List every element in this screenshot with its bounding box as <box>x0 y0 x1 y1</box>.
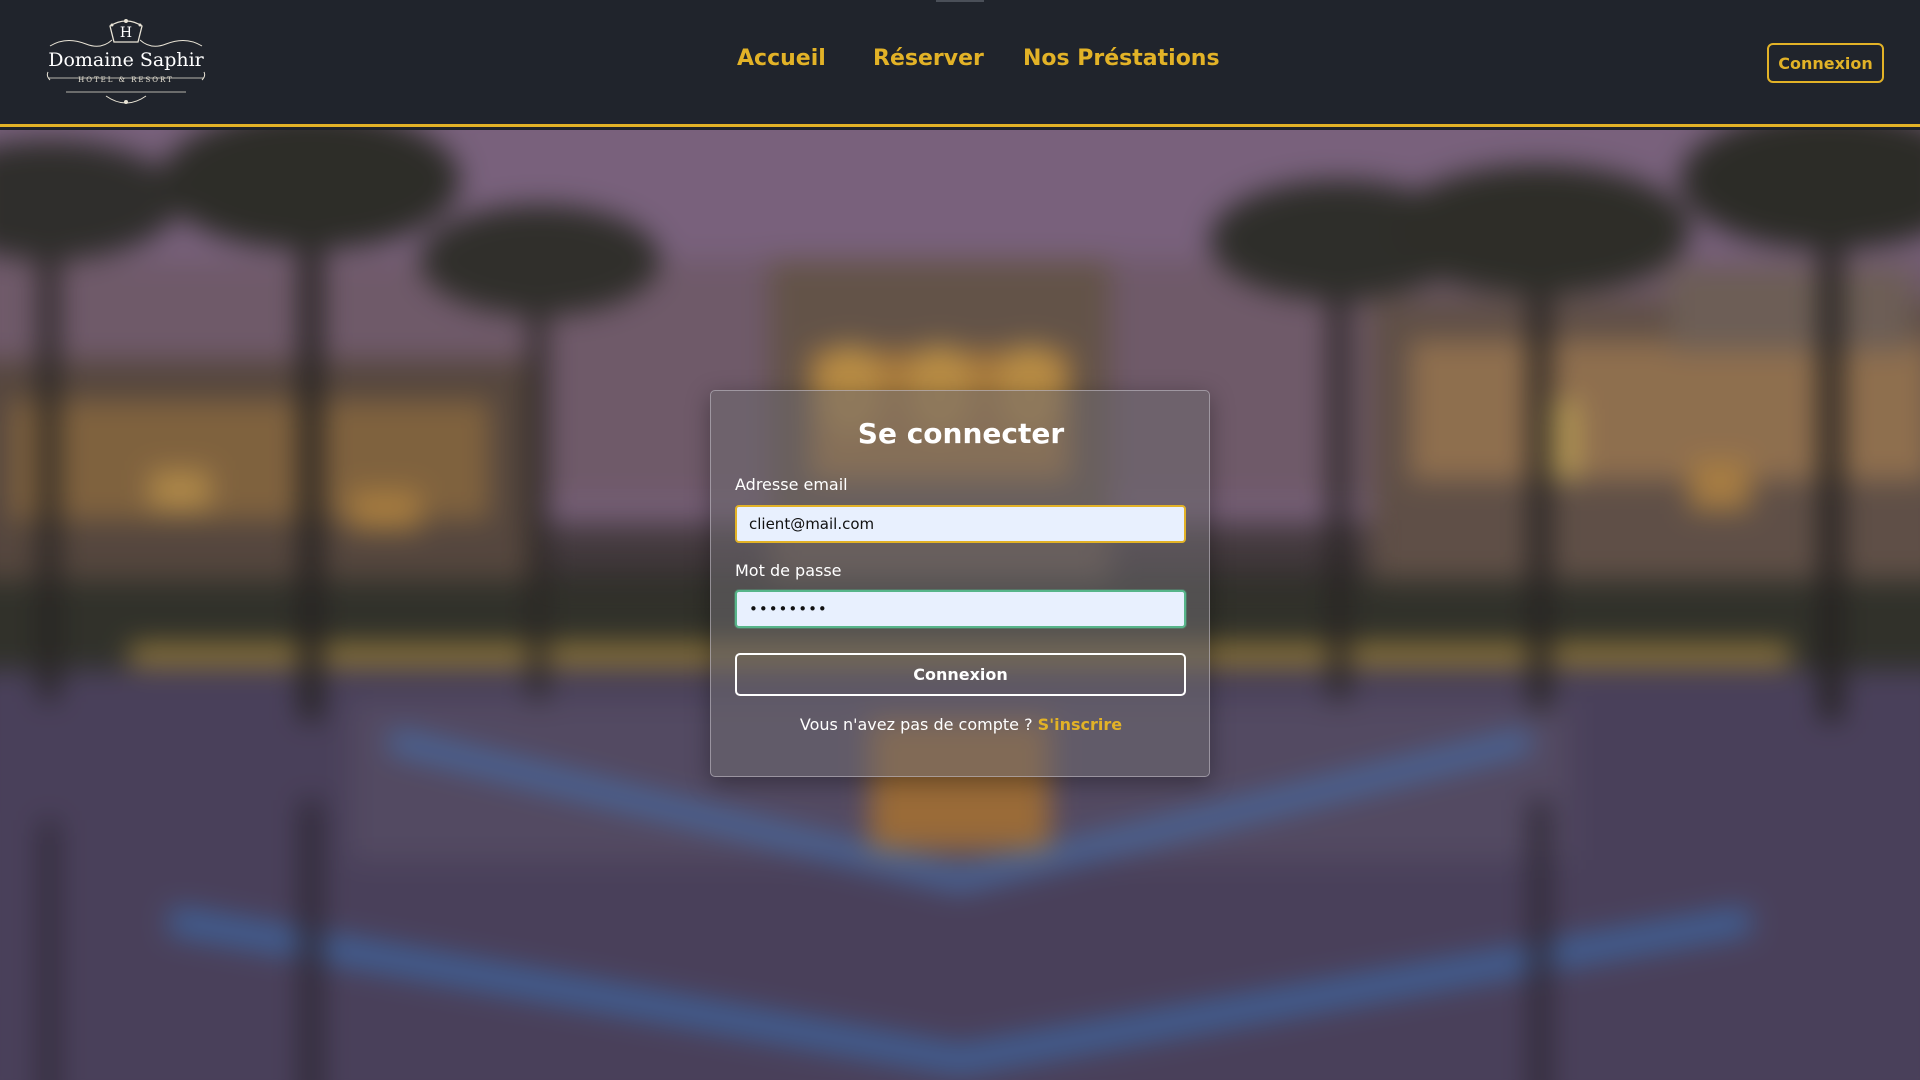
signup-link[interactable]: S'inscrire <box>1038 715 1122 734</box>
nav-link-reserver[interactable]: Réserver <box>873 46 984 71</box>
password-field[interactable] <box>735 590 1186 628</box>
logo-monogram: H <box>119 25 133 41</box>
email-label: Adresse email <box>735 475 848 494</box>
signup-row: Vous n'avez pas de compte ? S'inscrire <box>711 715 1211 734</box>
main-nav: Accueil Réserver Nos Préstations <box>0 46 1920 82</box>
password-label: Mot de passe <box>735 561 842 580</box>
scroll-indicator <box>936 0 984 2</box>
login-title: Se connecter <box>857 417 1065 450</box>
nav-link-accueil[interactable]: Accueil <box>737 46 826 71</box>
login-submit-button[interactable]: Connexion <box>735 653 1186 696</box>
header-login-button[interactable]: Connexion <box>1767 43 1884 83</box>
login-card: Se connecter Adresse email Mot de passe … <box>710 390 1210 777</box>
signup-prompt: Vous n'avez pas de compte ? <box>799 715 1033 734</box>
nav-link-prestations[interactable]: Nos Préstations <box>1023 46 1220 71</box>
email-field[interactable] <box>735 505 1186 543</box>
site-header: H Domaine Saphir HOTEL & RESORT Accueil … <box>0 0 1920 127</box>
